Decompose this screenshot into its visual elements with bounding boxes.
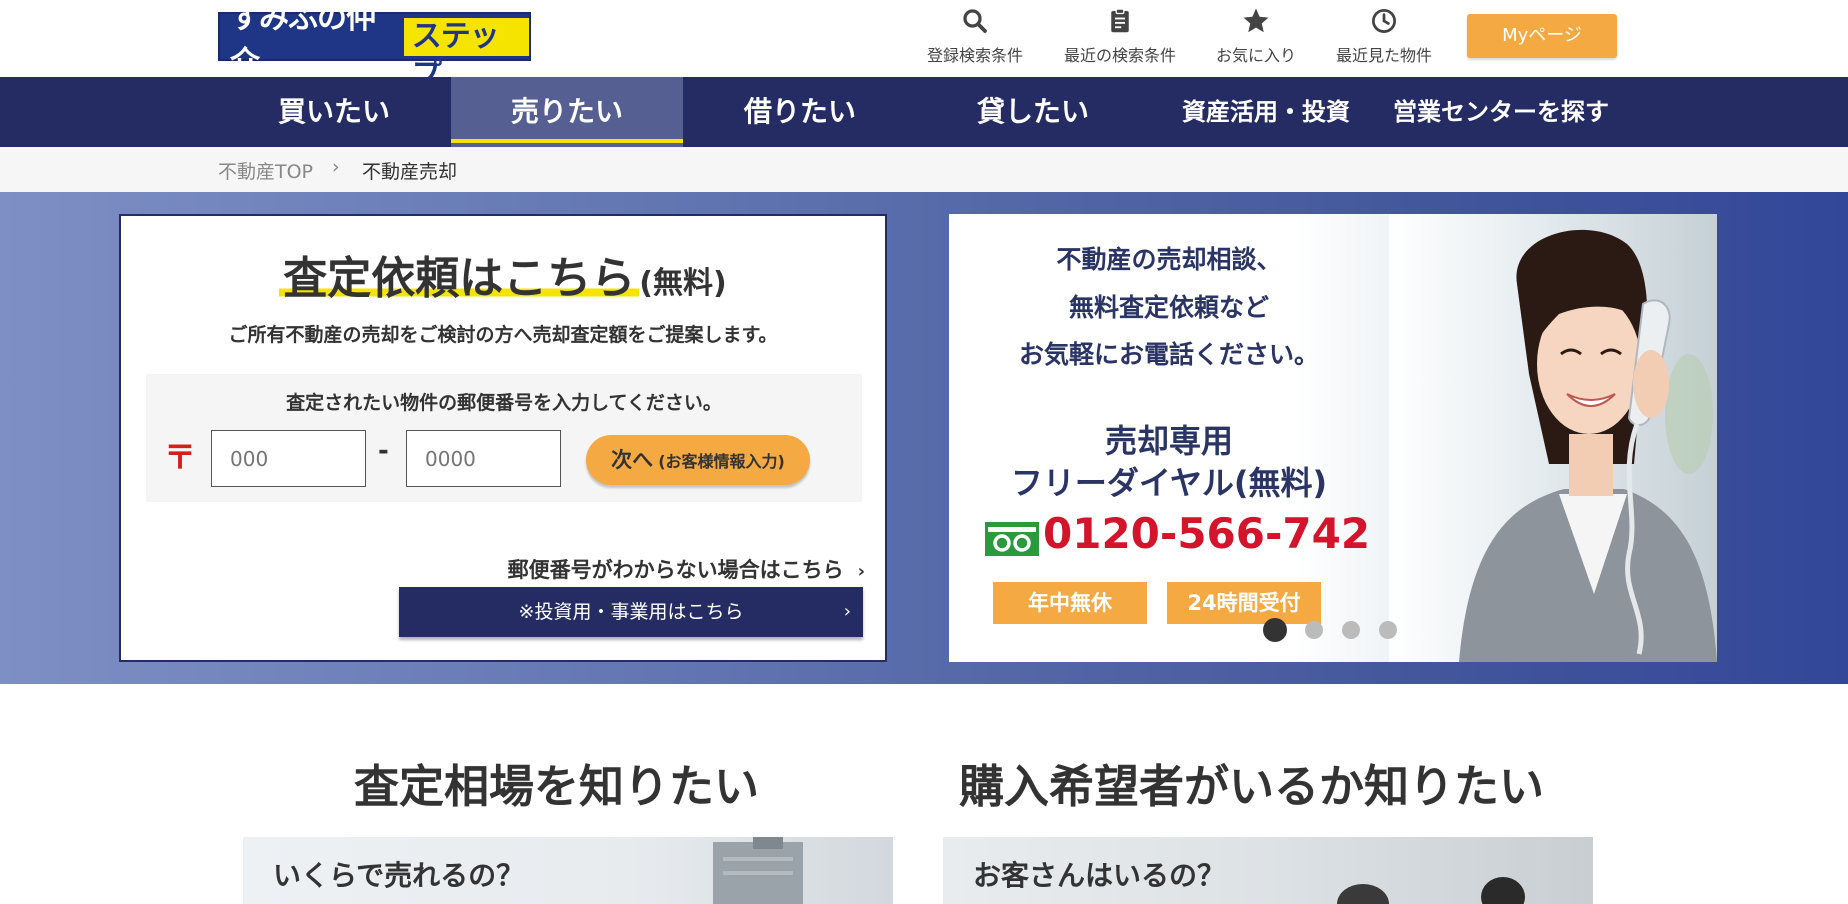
investment-use-label: ※投資用・事業用はこちら	[518, 601, 744, 623]
header-nav-label: 最近の検索条件	[1063, 46, 1176, 65]
nav-rent[interactable]: 借りたい	[684, 77, 916, 147]
next-button[interactable]: 次へ (お客様情報入力)	[586, 435, 810, 485]
search-icon	[963, 9, 987, 33]
appraisal-title-main: 査定依頼はこちら	[279, 253, 640, 304]
site-header: すみふの仲介 ステップ 登録検索条件 最近の検索条件 お気に入り 最近見た物件 …	[0, 0, 1848, 92]
breadcrumb: 不動産TOP › 不動産売却	[0, 147, 1848, 192]
24h-reception-tag: 24時間受付	[1167, 582, 1321, 624]
header-nav-label: 登録検索条件	[926, 46, 1023, 65]
breadcrumb-separator: ›	[332, 156, 340, 178]
zip-first-input[interactable]	[211, 430, 366, 487]
appraisal-title-suffix: (無料)	[639, 266, 727, 301]
postal-code-box: 査定されたい物件の郵便番号を入力してください。 〒 - 次へ (お客様情報入力)	[146, 374, 862, 502]
free-dial-banner[interactable]: 不動産の売却相談、 無料査定依頼など お気軽にお電話ください。 売却専用 フリー…	[949, 214, 1717, 662]
free-dial-number[interactable]: 0120-566-742	[1043, 509, 1370, 558]
card-any-buyers[interactable]: お客さんはいるの？	[943, 837, 1593, 904]
nav-buy[interactable]: 買いたい	[218, 77, 450, 147]
breadcrumb-current: 不動産売却	[362, 161, 458, 183]
header-nav-saved-search[interactable]: 登録検索条件	[921, 6, 1029, 66]
section-title-market-price: 査定相場を知りたい	[354, 760, 760, 813]
zip-second-input[interactable]	[406, 430, 561, 487]
logo-text: すみふの仲介	[230, 0, 376, 80]
carousel-dot[interactable]	[1305, 621, 1323, 639]
appraisal-subtitle: ご所有不動産の売却をご検討の方へ売却査定額をご提案します。	[228, 324, 778, 346]
card-any-buyers-label: お客さんはいるの？	[973, 859, 1226, 892]
next-button-sub: (お客様情報入力)	[658, 452, 785, 471]
appraisal-form-card: 査定依頼はこちら (無料) ご所有不動産の売却をご検討の方へ売却査定額をご提案しま…	[119, 214, 887, 662]
card-how-much[interactable]: いくらで売れるの？	[243, 837, 893, 904]
header-nav-label: お気に入り	[1215, 46, 1296, 65]
open-all-year-tag: 年中無休	[993, 582, 1147, 624]
chevron-right-icon: ›	[857, 561, 865, 582]
logo-sub: ステップ	[403, 17, 529, 92]
nav-lease[interactable]: 貸したい	[917, 77, 1149, 147]
banner-heading-2: フリーダイヤル(無料)	[1010, 464, 1328, 502]
section-title-buyers: 購入希望者がいるか知りたい	[959, 760, 1545, 813]
postal-code-label: 査定されたい物件の郵便番号を入力してください。	[286, 392, 722, 414]
header-nav-label: 最近見た物件	[1335, 46, 1432, 65]
nav-investment[interactable]: 資産活用・投資	[1168, 77, 1364, 147]
nav-find-office[interactable]: 営業センターを探す	[1384, 77, 1618, 147]
carousel-dot[interactable]	[1379, 621, 1397, 639]
clipboard-icon	[1111, 8, 1129, 33]
mypage-button[interactable]: Myページ	[1467, 14, 1617, 58]
chevron-right-icon: ›	[843, 601, 851, 622]
breadcrumb-home[interactable]: 不動産TOP	[218, 157, 313, 184]
investment-use-button[interactable]: ※投資用・事業用はこちら ›	[399, 587, 863, 637]
banner-line-2: 無料査定依頼など	[1068, 293, 1269, 322]
header-nav-recent-viewed[interactable]: 最近見た物件	[1330, 6, 1438, 66]
main-nav: 買いたい 売りたい 借りたい 貸したい 資産活用・投資 営業センターを探す	[0, 77, 1848, 147]
clock-icon	[1372, 9, 1396, 33]
free-dial-icon	[985, 522, 1039, 556]
next-button-label: 次へ	[611, 448, 654, 472]
site-logo[interactable]: すみふの仲介 ステップ	[218, 1, 531, 92]
carousel-dot[interactable]	[1342, 621, 1360, 639]
appraisal-title: 査定依頼はこちら (無料)	[121, 242, 885, 306]
nav-sell[interactable]: 売りたい	[451, 77, 683, 147]
banner-line-1: 不動産の売却相談、	[1056, 245, 1282, 274]
carousel-dot[interactable]	[1263, 618, 1287, 642]
unknown-postal-label: 郵便番号がわからない場合はこちら	[507, 558, 844, 582]
unknown-postal-link[interactable]: 郵便番号がわからない場合はこちら ›	[508, 554, 865, 584]
header-nav-favorites[interactable]: お気に入り	[1210, 6, 1302, 66]
postal-mark-icon: 〒	[164, 438, 197, 476]
star-icon	[1243, 8, 1269, 33]
card-how-much-label: いくらで売れるの？	[273, 859, 525, 892]
banner-line-3: お気軽にお電話ください。	[1018, 340, 1319, 369]
banner-heading-1: 売却専用	[1104, 422, 1233, 460]
zip-dash: -	[378, 436, 389, 466]
woman-on-phone-photo	[1389, 214, 1717, 662]
header-nav-recent-search[interactable]: 最近の検索条件	[1057, 6, 1183, 66]
